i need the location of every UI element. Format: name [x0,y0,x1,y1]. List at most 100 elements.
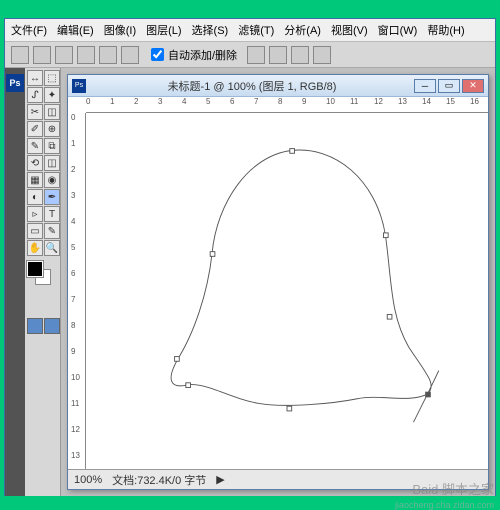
ruler-tick: 14 [422,97,431,106]
foreground-color-swatch[interactable] [27,261,43,277]
watermark-sub: jiaocheng.cha zidan.com [395,500,494,510]
doc-info[interactable]: 文档:732.4K/0 字节 [112,472,206,488]
ruler-tick: 5 [71,243,75,252]
ruler-tick: 12 [374,97,383,106]
color-swatches[interactable] [27,261,60,289]
maximize-button[interactable]: ▭ [438,79,460,93]
pen-preset-icon[interactable] [11,46,29,64]
slice-tool[interactable]: ◫ [44,104,60,120]
anchor-point[interactable] [290,149,295,154]
history-brush-tool[interactable]: ⟲ [27,155,43,171]
ruler-tick: 10 [326,97,335,106]
ruler-tick: 6 [71,269,75,278]
menu-help[interactable]: 帮助(H) [427,22,464,38]
menu-window[interactable]: 窗口(W) [378,22,418,38]
freeform-pen-icon[interactable] [121,46,139,64]
document-titlebar[interactable]: Ps 未标题-1 @ 100% (图层 1, RGB/8) ─ ▭ ✕ [68,75,488,97]
paths-icon[interactable] [55,46,73,64]
stamp-tool[interactable]: ⧉ [44,138,60,154]
shape-layers-icon[interactable] [33,46,51,64]
app-window: 文件(F) 编辑(E) 图像(I) 图层(L) 选择(S) 滤镜(T) 分析(A… [4,18,496,496]
move-tool[interactable]: ↔ [27,70,43,86]
heal-tool[interactable]: ⊕ [44,121,60,137]
anchor-point[interactable] [383,233,388,238]
ruler-tick: 0 [86,97,90,106]
notes-tool[interactable]: ✎ [44,223,60,239]
menu-layer[interactable]: 图层(L) [146,22,181,38]
ruler-tick: 9 [302,97,306,106]
path-shape[interactable] [86,113,488,469]
close-button[interactable]: ✕ [462,79,484,93]
ruler-tick: 11 [71,399,79,408]
eyedropper-tool[interactable]: ✐ [27,121,43,137]
path-ops-icon-2[interactable] [269,46,287,64]
app-frame-strip: Ps [5,68,25,496]
menu-view[interactable]: 视图(V) [331,22,368,38]
ruler-tick: 6 [230,97,234,106]
ruler-tick: 0 [71,113,75,122]
menu-edit[interactable]: 编辑(E) [57,22,94,38]
control-handle[interactable] [413,394,427,422]
fill-pixels-icon[interactable] [77,46,95,64]
control-handle[interactable] [428,371,439,394]
quickmask-icon[interactable] [27,318,43,334]
ruler-tick: 4 [71,217,75,226]
doc-ps-icon: Ps [72,79,86,93]
path-ops-icon[interactable] [247,46,265,64]
pen-tool-icon[interactable] [99,46,117,64]
minimize-button[interactable]: ─ [414,79,436,93]
auto-add-delete-option[interactable]: 自动添加/删除 [151,47,237,63]
ruler-tick: 16 [470,97,479,106]
hand-tool[interactable]: ✋ [27,240,43,256]
menu-select[interactable]: 选择(S) [192,22,229,38]
status-arrow-icon[interactable]: ▶ [216,473,224,486]
zoom-level[interactable]: 100% [74,474,102,486]
auto-add-delete-checkbox[interactable] [151,48,164,61]
anchor-point[interactable] [186,383,191,388]
menu-analysis[interactable]: 分析(A) [284,22,321,38]
ruler-tick: 8 [71,321,75,330]
pen-tool[interactable]: ✒ [44,189,60,205]
ruler-tick: 11 [350,97,358,106]
ruler-tick: 13 [398,97,407,106]
menu-filter[interactable]: 滤镜(T) [238,22,274,38]
ruler-tick: 1 [71,139,75,148]
anchor-point[interactable] [387,314,392,319]
ruler-tick: 2 [134,97,138,106]
blur-tool[interactable]: ◉ [44,172,60,188]
bezier-path[interactable] [171,150,431,405]
ruler-tick: 1 [110,97,114,106]
zoom-tool[interactable]: 🔍 [44,240,60,256]
brush-tool[interactable]: ✎ [27,138,43,154]
ruler-tick: 9 [71,347,75,356]
path-ops-icon-4[interactable] [313,46,331,64]
auto-add-delete-label: 自动添加/删除 [168,47,237,63]
lasso-tool[interactable]: ᔑ [27,87,43,103]
ruler-tick: 2 [71,165,75,174]
path-ops-icon-3[interactable] [291,46,309,64]
ps-logo-icon: Ps [6,74,24,92]
dodge-tool[interactable]: ◐ [27,189,43,205]
anchor-point[interactable] [287,406,292,411]
wand-tool[interactable]: ✦ [44,87,60,103]
ruler-tick: 3 [158,97,162,106]
app-body: Ps ↔ ⬚ ᔑ ✦ ✂ ◫ ✐ ⊕ ✎ ⧉ ⟲ ◫ ▦ ◉ ◐ ✒ ▹ T ▭… [5,68,495,496]
anchor-point[interactable] [175,357,180,362]
horizontal-ruler[interactable]: 012345678910111213141516 [86,97,488,113]
document-area: Ps 未标题-1 @ 100% (图层 1, RGB/8) ─ ▭ ✕ 0123… [61,68,495,496]
ruler-tick: 15 [446,97,455,106]
menu-image[interactable]: 图像(I) [104,22,136,38]
canvas[interactable] [86,113,488,469]
crop-tool[interactable]: ✂ [27,104,43,120]
screenmode-icon[interactable] [44,318,60,334]
menu-file[interactable]: 文件(F) [11,22,47,38]
marquee-tool[interactable]: ⬚ [44,70,60,86]
vertical-ruler[interactable]: 012345678910111213 [68,113,86,469]
type-tool[interactable]: T [44,206,60,222]
anchor-point[interactable] [210,252,215,257]
ruler-tick: 12 [71,425,80,434]
path-select-tool[interactable]: ▹ [27,206,43,222]
shape-tool[interactable]: ▭ [27,223,43,239]
eraser-tool[interactable]: ◫ [44,155,60,171]
gradient-tool[interactable]: ▦ [27,172,43,188]
